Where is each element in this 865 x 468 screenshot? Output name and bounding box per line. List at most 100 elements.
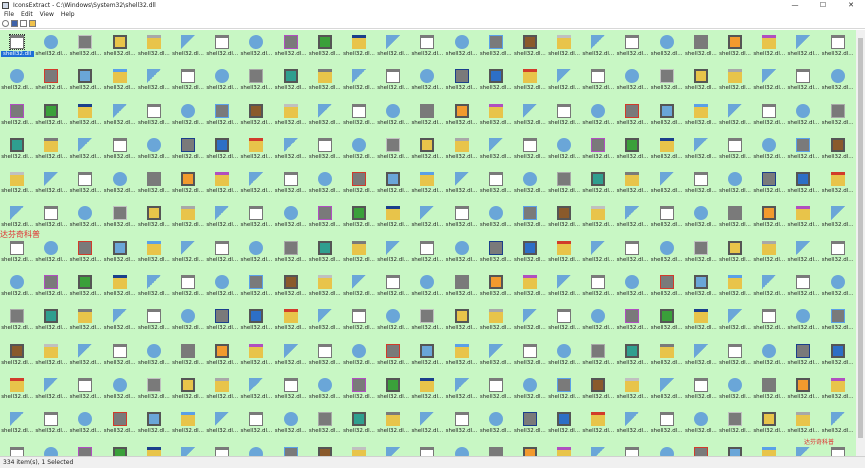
icon-grid-item[interactable]: shell32.dl... bbox=[274, 409, 308, 443]
icon-grid-item[interactable]: shell32.dl... bbox=[684, 306, 718, 340]
icon-grid-item[interactable]: shell32.dl... bbox=[239, 341, 273, 375]
icon-grid-item[interactable]: shell32.dl... bbox=[444, 375, 478, 409]
open-folder-icon[interactable] bbox=[29, 20, 36, 27]
icon-grid-item[interactable]: shell32.dl... bbox=[444, 306, 478, 340]
icon-grid-item[interactable]: shell32.dl... bbox=[34, 32, 68, 66]
icon-grid-item[interactable]: shell32.dl... bbox=[342, 66, 376, 100]
icon-grid-item[interactable]: shell32.dl... bbox=[479, 203, 513, 237]
icon-grid-item[interactable]: shell32.dl... bbox=[342, 101, 376, 135]
icon-grid-item[interactable]: shell32.dl... bbox=[513, 101, 547, 135]
icon-grid-item[interactable]: shell32.dl... bbox=[444, 203, 478, 237]
icon-grid-item[interactable]: shell32.dl... bbox=[103, 66, 137, 100]
icon-grid-item[interactable]: shell32.dl... bbox=[239, 169, 273, 203]
icon-grid-item[interactable]: shell32.dl... bbox=[239, 101, 273, 135]
icon-grid-item[interactable]: shell32.dl... bbox=[650, 32, 684, 66]
icon-grid-item[interactable]: shell32.dl... bbox=[444, 272, 478, 306]
icon-grid-item[interactable]: shell32.dl... bbox=[547, 66, 581, 100]
icon-grid-item[interactable]: shell32.dl... bbox=[718, 238, 752, 272]
icon-grid-item[interactable]: shell32.dl... bbox=[650, 272, 684, 306]
icon-grid-item[interactable]: shell32.dl... bbox=[239, 32, 273, 66]
icon-grid-item[interactable]: shell32.dl... bbox=[684, 238, 718, 272]
icon-grid-item[interactable]: shell32.dl... bbox=[821, 341, 855, 375]
icon-grid-item[interactable]: shell32.dl... bbox=[342, 306, 376, 340]
minimize-button[interactable]: — bbox=[781, 0, 809, 10]
scrollbar-thumb[interactable] bbox=[858, 38, 863, 438]
icon-grid-item[interactable]: shell32.dl... bbox=[205, 409, 239, 443]
icon-grid-item[interactable]: shell32.dl... bbox=[786, 32, 820, 66]
icon-grid-item[interactable]: shell32.dl... bbox=[650, 66, 684, 100]
icon-grid-item[interactable]: shell32.dl... bbox=[786, 238, 820, 272]
icon-grid-item[interactable]: shell32.dl... bbox=[786, 101, 820, 135]
icon-grid-item[interactable]: shell32.dl... bbox=[650, 409, 684, 443]
icon-grid-item[interactable]: shell32.dl... bbox=[581, 169, 615, 203]
icon-grid-item[interactable]: shell32.dl... bbox=[205, 66, 239, 100]
icon-grid-item[interactable]: shell32.dl... bbox=[752, 169, 786, 203]
icon-grid-item[interactable]: shell32.dl... bbox=[239, 238, 273, 272]
icon-grid-item[interactable]: shell32.dl... bbox=[239, 135, 273, 169]
icon-grid-item[interactable]: shell32.dl... bbox=[615, 135, 649, 169]
icon-grid-item[interactable]: shell32.dl... bbox=[718, 66, 752, 100]
icon-grid-item[interactable]: shell32.dl... bbox=[376, 66, 410, 100]
icon-grid-item[interactable]: shell32.dll bbox=[0, 32, 34, 66]
icon-grid-item[interactable]: shell32.dl... bbox=[103, 169, 137, 203]
icon-grid-item[interactable]: shell32.dl... bbox=[137, 66, 171, 100]
icon-grid-item[interactable]: shell32.dl... bbox=[239, 409, 273, 443]
icon-grid-item[interactable]: shell32.dl... bbox=[103, 272, 137, 306]
icon-grid-item[interactable]: shell32.dl... bbox=[171, 272, 205, 306]
icon-grid-item[interactable]: shell32.dl... bbox=[444, 66, 478, 100]
icon-grid-item[interactable]: shell32.dl... bbox=[205, 306, 239, 340]
icon-grid-item[interactable]: shell32.dl... bbox=[821, 169, 855, 203]
icon-grid-item[interactable]: shell32.dl... bbox=[650, 169, 684, 203]
icon-grid-item[interactable]: shell32.dl... bbox=[34, 135, 68, 169]
icon-grid-item[interactable]: shell32.dl... bbox=[479, 444, 513, 456]
icon-grid-item[interactable]: shell32.dl... bbox=[444, 444, 478, 456]
icon-grid-item[interactable]: shell32.dl... bbox=[444, 409, 478, 443]
icon-grid-item[interactable]: shell32.dl... bbox=[342, 341, 376, 375]
icon-grid-item[interactable]: shell32.dl... bbox=[137, 272, 171, 306]
icon-grid-item[interactable]: shell32.dl... bbox=[615, 375, 649, 409]
icon-grid-item[interactable]: shell32.dl... bbox=[684, 409, 718, 443]
icon-grid-item[interactable]: shell32.dl... bbox=[376, 341, 410, 375]
icon-grid-item[interactable]: shell32.dl... bbox=[547, 169, 581, 203]
icon-grid-item[interactable]: shell32.dl... bbox=[581, 409, 615, 443]
icon-grid-item[interactable]: shell32.dl... bbox=[342, 238, 376, 272]
icon-grid-item[interactable]: shell32.dl... bbox=[68, 272, 102, 306]
icon-grid-item[interactable]: shell32.dl... bbox=[376, 135, 410, 169]
icon-grid-item[interactable]: shell32.dl... bbox=[342, 32, 376, 66]
icon-grid-item[interactable]: shell32.dl... bbox=[308, 272, 342, 306]
icon-grid-item[interactable]: shell32.dl... bbox=[444, 32, 478, 66]
icon-grid-item[interactable]: shell32.dl... bbox=[376, 101, 410, 135]
icon-grid-item[interactable]: shell32.dl... bbox=[513, 135, 547, 169]
icon-grid-item[interactable]: shell32.dl... bbox=[34, 375, 68, 409]
icon-grid-item[interactable]: shell32.dl... bbox=[513, 409, 547, 443]
icon-grid-item[interactable]: shell32.dl... bbox=[342, 375, 376, 409]
icon-grid-item[interactable]: shell32.dl... bbox=[0, 444, 34, 456]
icon-grid-item[interactable]: shell32.dl... bbox=[444, 238, 478, 272]
icon-grid-item[interactable]: shell32.dl... bbox=[479, 238, 513, 272]
icon-grid-item[interactable]: shell32.dl... bbox=[205, 375, 239, 409]
icon-grid-item[interactable]: shell32.dl... bbox=[513, 444, 547, 456]
icon-grid-item[interactable]: shell32.dl... bbox=[821, 203, 855, 237]
icon-grid-item[interactable]: shell32.dl... bbox=[137, 444, 171, 456]
icon-grid-item[interactable]: shell32.dl... bbox=[479, 272, 513, 306]
maximize-button[interactable]: ☐ bbox=[809, 0, 837, 10]
icon-grid-item[interactable]: shell32.dl... bbox=[376, 375, 410, 409]
icon-grid-item[interactable]: shell32.dl... bbox=[718, 444, 752, 456]
icon-grid-item[interactable]: shell32.dl... bbox=[137, 306, 171, 340]
icon-grid-item[interactable]: shell32.dl... bbox=[786, 169, 820, 203]
icon-grid-item[interactable]: shell32.dl... bbox=[752, 409, 786, 443]
icon-grid-item[interactable]: shell32.dl... bbox=[581, 341, 615, 375]
icon-grid-item[interactable]: shell32.dl... bbox=[650, 375, 684, 409]
icon-grid-item[interactable]: shell32.dl... bbox=[581, 272, 615, 306]
icon-grid-item[interactable]: shell32.dl... bbox=[547, 375, 581, 409]
icon-grid-item[interactable]: shell32.dl... bbox=[410, 101, 444, 135]
icon-grid-item[interactable]: shell32.dl... bbox=[786, 306, 820, 340]
icon-grid-item[interactable]: shell32.dl... bbox=[650, 341, 684, 375]
icon-grid-item[interactable]: shell32.dl... bbox=[376, 444, 410, 456]
icon-grid-item[interactable]: shell32.dl... bbox=[786, 135, 820, 169]
icon-grid-item[interactable]: shell32.dl... bbox=[752, 341, 786, 375]
icon-grid-item[interactable]: shell32.dl... bbox=[205, 203, 239, 237]
icon-grid-item[interactable]: shell32.dl... bbox=[103, 203, 137, 237]
icon-grid-item[interactable]: shell32.dl... bbox=[137, 32, 171, 66]
icon-grid-item[interactable]: shell32.dl... bbox=[581, 375, 615, 409]
